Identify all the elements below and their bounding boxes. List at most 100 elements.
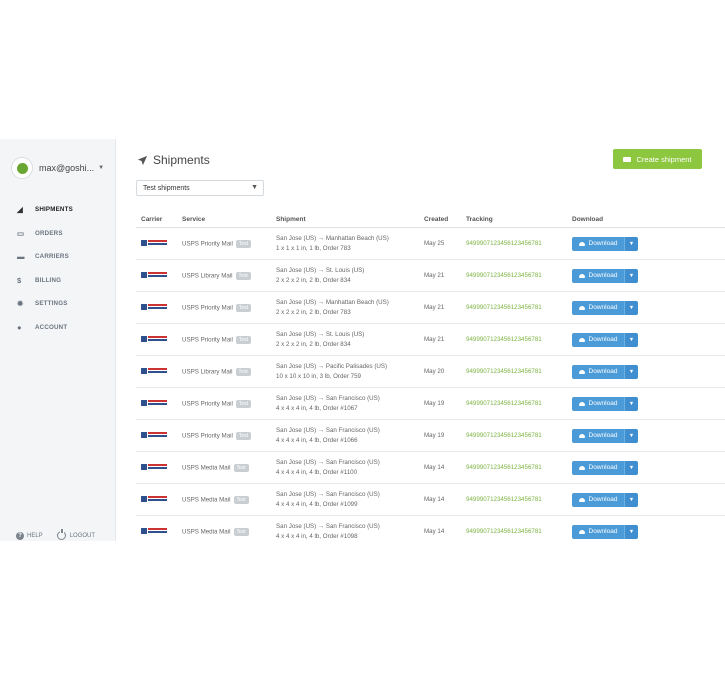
- shipment-filter-select[interactable]: Test shipments ▼: [136, 180, 264, 196]
- shipment-route: San Jose (US) → Manhattan Beach (US): [276, 299, 389, 306]
- download-options-button[interactable]: ▼: [624, 460, 638, 475]
- test-badge: Test: [235, 303, 252, 312]
- created-cell: May 21: [424, 259, 466, 292]
- sidebar-item-shipments[interactable]: ◢ SHIPMENTS: [0, 198, 115, 222]
- download-button[interactable]: Download: [572, 396, 624, 411]
- help-link[interactable]: ? HELP: [16, 531, 43, 540]
- table-row[interactable]: USPS Media Mail Test San Jose (US) → San …: [136, 483, 725, 516]
- shipment-details: 2 x 2 x 2 in, 2 lb, Order 834: [276, 276, 351, 284]
- test-badge: Test: [233, 495, 249, 504]
- usps-logo-icon: [141, 463, 167, 470]
- download-cell: Download ▼: [572, 259, 725, 292]
- tracking-link[interactable]: 9499907123456123456781: [466, 387, 572, 420]
- sidebar-item-carriers[interactable]: ▬ CARRIERS: [0, 245, 115, 269]
- avatar: [11, 157, 33, 179]
- sidebar-footer: ? HELP LOGOUT: [16, 529, 109, 540]
- table-row[interactable]: USPS Library Mail Test San Jose (US) → St…: [136, 259, 725, 292]
- table-row[interactable]: USPS Priority Mail Test San Jose (US) → S…: [136, 323, 725, 356]
- download-options-button[interactable]: ▼: [624, 300, 638, 315]
- download-options-button[interactable]: ▼: [624, 396, 638, 411]
- carrier-cell: [136, 291, 182, 324]
- shipments-table: Carrier Service Shipment Created Trackin…: [136, 211, 725, 541]
- download-button[interactable]: Download: [572, 428, 624, 443]
- tracking-link[interactable]: 9499907123456123456781: [466, 323, 572, 356]
- download-split-button: Download ▼: [572, 364, 638, 379]
- service-cell: USPS Media Mail Test: [182, 515, 276, 541]
- tracking-link[interactable]: 9499907123456123456781: [466, 355, 572, 388]
- test-badge: Test: [235, 335, 252, 344]
- download-options-button[interactable]: ▼: [624, 268, 638, 283]
- service-name: USPS Media Mail: [182, 528, 231, 536]
- carrier-cell: [136, 451, 182, 484]
- download-cell: Download ▼: [572, 227, 725, 260]
- download-button[interactable]: Download: [572, 332, 624, 347]
- logout-link[interactable]: LOGOUT: [56, 529, 95, 540]
- user-menu[interactable]: max@goshi... ▼: [11, 157, 104, 179]
- tracking-link[interactable]: 9499907123456123456781: [466, 227, 572, 260]
- created-cell: May 20: [424, 355, 466, 388]
- service-name: USPS Library Mail: [182, 368, 233, 376]
- test-badge: Test: [233, 463, 249, 472]
- service-cell: USPS Priority Mail Test: [182, 387, 276, 420]
- tracking-link[interactable]: 9499907123456123456781: [466, 515, 572, 541]
- table-row[interactable]: USPS Priority Mail Test San Jose (US) → M…: [136, 227, 725, 260]
- download-button[interactable]: Download: [572, 236, 624, 251]
- test-badge: Test: [235, 431, 252, 440]
- sidebar-item-orders[interactable]: ▭ ORDERS: [0, 222, 115, 246]
- service-name: USPS Media Mail: [182, 464, 231, 472]
- shipment-details: 2 x 2 x 2 in, 2 lb, Order 834: [276, 340, 351, 348]
- cloud-download-icon: [578, 369, 585, 374]
- shipment-cell: San Jose (US) → San Francisco (US) 4 x 4 …: [276, 515, 424, 541]
- table-row[interactable]: USPS Priority Mail Test San Jose (US) → S…: [136, 419, 725, 452]
- logo-icon: [16, 162, 28, 174]
- download-label: Download: [588, 240, 618, 247]
- table-row[interactable]: USPS Library Mail Test San Jose (US) → Pa…: [136, 355, 725, 388]
- sidebar-item-settings[interactable]: ✹ SETTINGS: [0, 292, 115, 316]
- shipment-details: 10 x 10 x 10 in, 3 lb, Order 759: [276, 372, 361, 380]
- dollar-icon: $: [17, 275, 22, 285]
- download-button[interactable]: Download: [572, 524, 624, 539]
- download-options-button[interactable]: ▼: [624, 428, 638, 443]
- cloud-download-icon: [578, 497, 585, 502]
- download-button[interactable]: Download: [572, 300, 624, 315]
- usps-logo-icon: [141, 335, 167, 342]
- create-shipment-button[interactable]: Create shipment: [613, 149, 702, 169]
- created-cell: May 25: [424, 227, 466, 260]
- download-options-button[interactable]: ▼: [624, 492, 638, 507]
- download-options-button[interactable]: ▼: [624, 524, 638, 539]
- download-options-button[interactable]: ▼: [624, 364, 638, 379]
- download-options-button[interactable]: ▼: [624, 236, 638, 251]
- download-button[interactable]: Download: [572, 460, 624, 475]
- shipment-details: 4 x 4 x 4 in, 4 lb, Order #1099: [276, 500, 358, 508]
- tracking-link[interactable]: 9499907123456123456781: [466, 259, 572, 292]
- sidebar-item-label: SHIPMENTS: [35, 206, 73, 214]
- download-label: Download: [588, 432, 618, 439]
- shipment-cell: San Jose (US) → Pacific Palisades (US) 10…: [276, 355, 424, 388]
- cloud-download-icon: [578, 433, 585, 438]
- cloud-download-icon: [578, 241, 585, 246]
- download-button[interactable]: Download: [572, 268, 624, 283]
- test-badge: Test: [235, 271, 251, 280]
- help-icon: ?: [16, 531, 24, 540]
- sidebar-item-label: ORDERS: [35, 229, 63, 237]
- sidebar-item-billing[interactable]: $ BILLING: [0, 269, 115, 293]
- created-cell: May 14: [424, 483, 466, 516]
- user-name: max@goshi...: [39, 163, 95, 173]
- usps-logo-icon: [141, 303, 167, 310]
- table-row[interactable]: USPS Media Mail Test San Jose (US) → San …: [136, 451, 725, 484]
- shipment-route: San Jose (US) → San Francisco (US): [276, 459, 380, 466]
- table-row[interactable]: USPS Priority Mail Test San Jose (US) → M…: [136, 291, 725, 324]
- download-button[interactable]: Download: [572, 492, 624, 507]
- sidebar-item-account[interactable]: ● ACCOUNT: [0, 316, 115, 340]
- tracking-link[interactable]: 9499907123456123456781: [466, 451, 572, 484]
- carrier-cell: [136, 483, 182, 516]
- tracking-link[interactable]: 9499907123456123456781: [466, 419, 572, 452]
- download-button[interactable]: Download: [572, 364, 624, 379]
- table-row[interactable]: USPS Priority Mail Test San Jose (US) → S…: [136, 387, 725, 420]
- chevron-down-icon: ▼: [98, 165, 105, 171]
- tracking-link[interactable]: 9499907123456123456781: [466, 483, 572, 516]
- table-row[interactable]: USPS Media Mail Test San Jose (US) → San …: [136, 515, 725, 541]
- tracking-link[interactable]: 9499907123456123456781: [466, 291, 572, 324]
- shipment-route: San Jose (US) → San Francisco (US): [276, 491, 380, 498]
- download-options-button[interactable]: ▼: [624, 332, 638, 347]
